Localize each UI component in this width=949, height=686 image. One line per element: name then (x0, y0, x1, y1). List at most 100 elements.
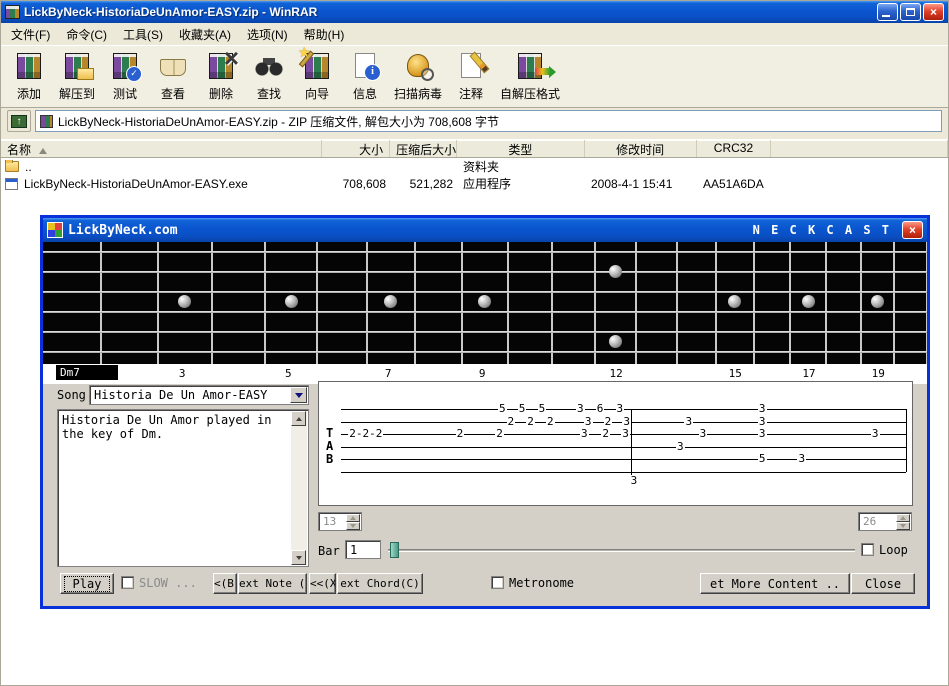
toolbar-button-extract-to[interactable]: 解压到 (53, 48, 101, 103)
maximize-button[interactable] (900, 3, 921, 21)
close-button[interactable]: × (923, 3, 944, 21)
guitar-string (43, 351, 927, 353)
metronome-checkbox[interactable] (491, 576, 504, 589)
toolbar-button-add-archive[interactable]: 添加 (5, 48, 53, 103)
tab-note: 3 (579, 427, 589, 441)
spinner-down-button[interactable] (896, 522, 910, 530)
toolbar-button-view[interactable]: 查看 (149, 48, 197, 103)
file-row[interactable]: LickByNeck-HistoriaDeUnAmor-EASY.exe 708,… (1, 175, 948, 192)
tab-note: 2 (603, 414, 613, 428)
column-header-name[interactable]: 名称 (1, 140, 323, 157)
virus-scan-icon (401, 50, 435, 84)
minimize-button[interactable] (877, 3, 898, 21)
song-dropdown[interactable]: Historia De Un Amor-EASY (89, 385, 309, 405)
fret-wire (315, 242, 318, 364)
play-button-label: Play (64, 576, 110, 592)
spinner-up-button[interactable] (346, 514, 360, 522)
spinner-down-button[interactable] (346, 522, 360, 530)
prev-chord-button[interactable]: <<(X) (309, 573, 336, 594)
toolbar-button-comment[interactable]: 注释 (447, 48, 495, 103)
counter-value: 13 (323, 515, 337, 528)
tab-staff-label: T (326, 426, 334, 440)
lickbyneck-close-button[interactable]: × (902, 221, 923, 239)
up-directory-button[interactable]: ↑ (7, 110, 31, 132)
tab-note: 5 (757, 452, 767, 466)
lickbyneck-titlebar[interactable]: LickByNeck.com N E C K C A S T × (43, 218, 927, 242)
virus-scan-icon-glyph (407, 54, 434, 81)
fret-marker-dot (384, 295, 398, 308)
song-dropdown-button[interactable] (290, 387, 307, 403)
guitar-string (43, 311, 927, 313)
tab-note: 2 (455, 427, 465, 441)
file-type: 资料夹 (463, 160, 500, 174)
toolbar-button-wizard[interactable]: 向导 (293, 44, 341, 103)
slider-thumb[interactable] (390, 542, 399, 558)
column-header-modified[interactable]: 修改时间 (585, 140, 697, 157)
menu-item[interactable]: 命令(C) (58, 23, 115, 46)
loop-label: Loop (879, 543, 908, 557)
play-button[interactable]: Play (60, 573, 114, 594)
slow-checkbox[interactable] (121, 576, 134, 589)
file-list-header: 名称 大小 压缩后大小 类型 修改时间 CRC32 (1, 140, 949, 158)
bar-slider[interactable] (388, 541, 855, 559)
fret-wire (635, 242, 638, 364)
tab-note: 3 (629, 473, 639, 487)
toolbar-button-virus-scan[interactable]: 扫描病毒 (389, 48, 447, 103)
lickbyneck-close-dialog-button[interactable]: Close (851, 573, 915, 594)
spinner-down-icon (900, 524, 906, 528)
column-header-packed[interactable]: 压缩后大小 (390, 140, 458, 157)
column-header-type[interactable]: 类型 (457, 140, 585, 157)
fret-wire (893, 242, 896, 364)
sfx-icon-glyph (518, 53, 557, 79)
toolbar-button-sfx[interactable]: 自解压格式 (495, 48, 565, 103)
fret-marker-dot (871, 295, 885, 308)
description-textarea[interactable]: Historia De Un Amor played in the key of… (57, 409, 309, 567)
fretboard (43, 242, 927, 364)
menu-item[interactable]: 帮助(H) (296, 23, 353, 46)
menu-item[interactable]: 工具(S) (115, 23, 171, 46)
file-row[interactable]: .. 资料夹 (1, 158, 948, 175)
fret-marker-dot (728, 295, 742, 308)
scroll-down-button[interactable] (291, 550, 306, 565)
tab-note: 5 (537, 402, 547, 415)
comment-icon-glyph (461, 53, 482, 78)
counter-spinner[interactable] (896, 514, 910, 530)
toolbar-button-label: 向导 (304, 87, 329, 101)
toolbar-button-info[interactable]: 信息 (341, 48, 389, 103)
toolbar-button-label: 扫描病毒 (394, 87, 443, 101)
fret-number: 15 (728, 367, 742, 380)
column-header-crc32[interactable]: CRC32 (697, 140, 772, 157)
prev-note-button[interactable]: <(B) (213, 573, 237, 594)
toolbar-button-delete[interactable]: 删除 (197, 43, 245, 103)
extract-to-icon-glyph (65, 53, 94, 80)
next-note-button[interactable]: ext Note (N) (238, 573, 307, 594)
scroll-up-button[interactable] (291, 411, 306, 426)
menu-bar: 文件(F) 命令(C) 工具(S) 收藏夹(A) 选项(N) 帮助(H) (1, 23, 948, 46)
info-icon-glyph (355, 53, 381, 81)
lickbyneck-app-icon (47, 222, 63, 238)
fret-wire (859, 242, 862, 364)
next-chord-button[interactable]: ext Chord(C) (337, 573, 423, 594)
get-more-content-button[interactable]: et More Content .. (700, 573, 850, 594)
file-name: .. (25, 159, 32, 174)
bar-label: Bar (318, 544, 340, 558)
window-controls: × (877, 3, 944, 21)
fret-number: 19 (871, 367, 885, 380)
bar-input[interactable]: 1 (345, 540, 381, 559)
fret-number: 5 (285, 367, 292, 380)
toolbar-button-test[interactable]: 测试 (101, 48, 149, 103)
loop-checkbox[interactable] (861, 543, 874, 556)
counter-spinner[interactable] (346, 514, 360, 530)
winrar-titlebar[interactable]: LickByNeck-HistoriaDeUnAmor-EASY.zip - W… (1, 1, 948, 23)
scroll-down-icon (295, 555, 302, 560)
file-packed-size: 521,282 (409, 176, 453, 191)
spinner-up-button[interactable] (896, 514, 910, 522)
toolbar-button-label: 信息 (352, 87, 377, 101)
address-field[interactable]: LickByNeck-HistoriaDeUnAmor-EASY.zip - Z… (35, 110, 942, 132)
menu-item[interactable]: 选项(N) (239, 23, 296, 46)
description-scrollbar[interactable] (291, 411, 307, 565)
column-header-size[interactable]: 大小 (322, 140, 391, 157)
menu-item[interactable]: 文件(F) (3, 23, 58, 46)
column-header-filler (771, 140, 949, 157)
toolbar-button-find[interactable]: 查找 (245, 48, 293, 103)
